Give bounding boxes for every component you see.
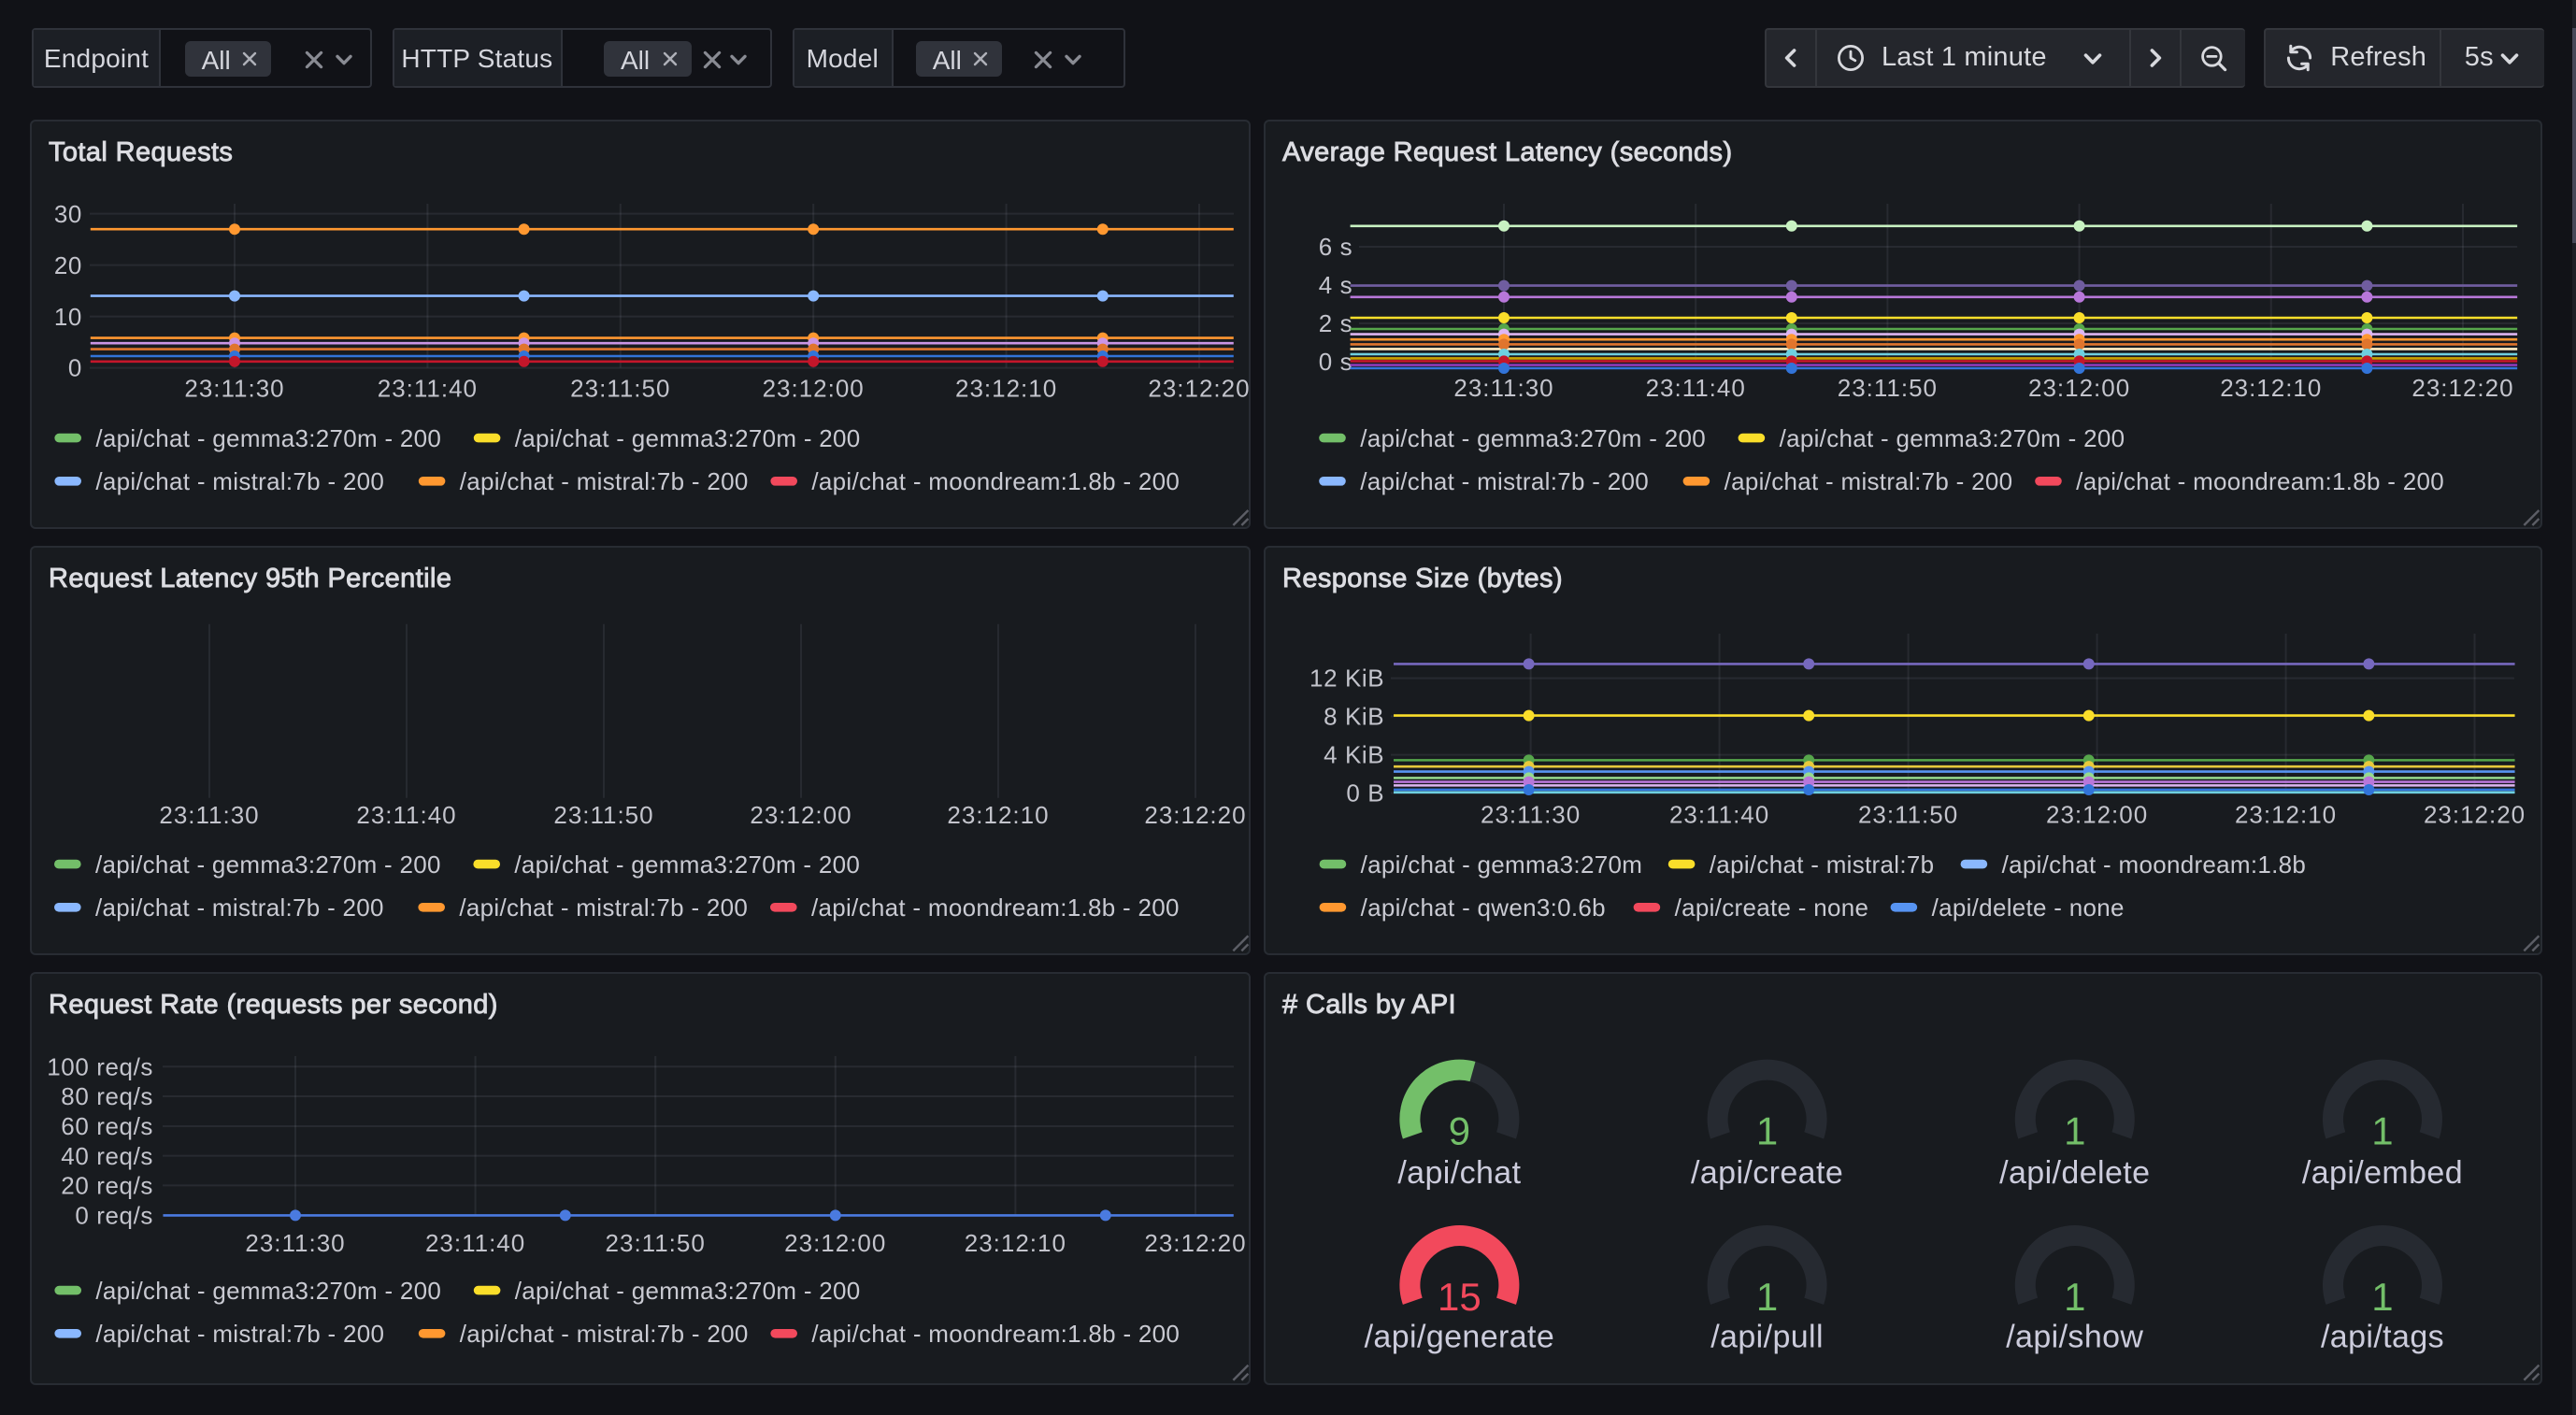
svg-text:23:12:00: 23:12:00	[783, 1230, 885, 1258]
svg-text:23:11:50: 23:11:50	[1838, 375, 1938, 403]
svg-text:/api/create: /api/create	[1691, 1155, 1843, 1191]
svg-text:23:11:30: 23:11:30	[1481, 801, 1581, 829]
svg-text:Average Request Latency (secon: Average Request Latency (seconds)	[1282, 138, 1733, 168]
svg-text:/api/chat - mistral:7b: /api/chat - mistral:7b	[1710, 850, 1935, 879]
svg-text:/api/chat - mistral:7b - 200: /api/chat - mistral:7b - 200	[459, 467, 748, 495]
svg-text:/api/chat - mistral:7b - 200: /api/chat - mistral:7b - 200	[94, 894, 383, 922]
svg-text:/api/chat - moondream:1.8b: /api/chat - moondream:1.8b	[2002, 850, 2307, 879]
svg-text:23:12:20: 23:12:20	[2412, 375, 2514, 403]
svg-text:1: 1	[2064, 1109, 2085, 1153]
svg-text:23:11:30: 23:11:30	[1454, 375, 1554, 403]
svg-text:/api/chat - mistral:7b - 200: /api/chat - mistral:7b - 200	[459, 1321, 748, 1349]
svg-text:/api/chat - gemma3:270m - 200: /api/chat - gemma3:270m - 200	[513, 850, 859, 879]
svg-text:/api/chat - gemma3:270m - 200: /api/chat - gemma3:270m - 200	[1361, 424, 1707, 452]
svg-text:/api/delete - none: /api/delete - none	[1932, 894, 2125, 922]
svg-text:/api/generate: /api/generate	[1365, 1320, 1555, 1355]
svg-text:20: 20	[53, 251, 81, 279]
svg-text:/api/chat: /api/chat	[1398, 1155, 1522, 1191]
svg-text:/api/delete: /api/delete	[2000, 1155, 2151, 1191]
svg-text:0 B: 0 B	[1347, 779, 1385, 808]
svg-text:/api/chat - gemma3:270m - 200: /api/chat - gemma3:270m - 200	[94, 850, 440, 879]
svg-text:23:12:00: 23:12:00	[2028, 375, 2130, 403]
svg-text:1: 1	[2372, 1276, 2394, 1320]
svg-text:23:11:40: 23:11:40	[1646, 375, 1746, 403]
svg-text:23:11:40: 23:11:40	[424, 1230, 524, 1258]
svg-text:1: 1	[1756, 1276, 1778, 1320]
svg-text:20 req/s: 20 req/s	[60, 1172, 152, 1200]
svg-text:/api/show: /api/show	[2007, 1320, 2144, 1355]
svg-text:23:12:20: 23:12:20	[1147, 375, 1249, 403]
svg-text:/api/chat - gemma3:270m - 200: /api/chat - gemma3:270m - 200	[1780, 424, 2125, 452]
svg-text:23:12:10: 23:12:10	[964, 1230, 1066, 1258]
svg-text:23:12:10: 23:12:10	[2235, 801, 2337, 829]
svg-text:Request Rate (requests per sec: Request Rate (requests per second)	[48, 991, 497, 1021]
svg-text:60 req/s: 60 req/s	[60, 1113, 152, 1141]
svg-text:/api/create - none: /api/create - none	[1675, 894, 1869, 922]
svg-text:/api/chat - gemma3:270m - 200: /api/chat - gemma3:270m - 200	[94, 1277, 440, 1305]
svg-text:Total Requests: Total Requests	[48, 138, 232, 168]
svg-text:/api/chat - moondream:1.8b - 2: /api/chat - moondream:1.8b - 200	[810, 894, 1179, 922]
svg-text:0 req/s: 0 req/s	[74, 1202, 152, 1230]
svg-text:/api/chat - moondream:1.8b - 2: /api/chat - moondream:1.8b - 200	[810, 1321, 1179, 1349]
svg-text:23:12:20: 23:12:20	[1143, 1230, 1245, 1258]
svg-text:/api/chat - gemma3:270m - 200: /api/chat - gemma3:270m - 200	[514, 424, 860, 452]
svg-text:23:11:30: 23:11:30	[158, 802, 258, 830]
svg-text:15: 15	[1438, 1276, 1481, 1320]
svg-text:/api/chat - moondream:1.8b - 2: /api/chat - moondream:1.8b - 200	[810, 467, 1179, 495]
svg-text:/api/chat - qwen3:0.6b: /api/chat - qwen3:0.6b	[1361, 894, 1606, 922]
svg-text:23:11:50: 23:11:50	[569, 375, 669, 403]
svg-text:/api/chat - gemma3:270m - 200: /api/chat - gemma3:270m - 200	[514, 1277, 860, 1305]
svg-text:80 req/s: 80 req/s	[60, 1083, 152, 1111]
svg-text:9: 9	[1449, 1109, 1470, 1153]
svg-text:23:11:30: 23:11:30	[244, 1230, 344, 1258]
svg-text:23:11:40: 23:11:40	[355, 802, 455, 830]
svg-text:/api/embed: /api/embed	[2302, 1155, 2463, 1191]
svg-text:23:11:40: 23:11:40	[1669, 801, 1769, 829]
svg-text:1: 1	[1756, 1109, 1778, 1153]
svg-text:23:11:50: 23:11:50	[552, 802, 652, 830]
svg-text:/api/pull: /api/pull	[1711, 1320, 1825, 1355]
svg-text:23:12:00: 23:12:00	[749, 802, 851, 830]
svg-text:12 KiB: 12 KiB	[1309, 665, 1384, 693]
svg-text:# Calls by API: # Calls by API	[1282, 991, 1456, 1021]
svg-text:/api/chat - mistral:7b - 200: /api/chat - mistral:7b - 200	[94, 467, 383, 495]
svg-text:/api/chat - moondream:1.8b - 2: /api/chat - moondream:1.8b - 200	[2077, 467, 2445, 495]
svg-text:23:12:20: 23:12:20	[2424, 801, 2526, 829]
svg-text:23:11:50: 23:11:50	[1858, 801, 1958, 829]
svg-text:/api/chat - mistral:7b - 200: /api/chat - mistral:7b - 200	[94, 1321, 383, 1349]
svg-text:1: 1	[2372, 1109, 2394, 1153]
svg-text:23:12:10: 23:12:10	[946, 802, 1048, 830]
svg-text:23:11:30: 23:11:30	[183, 375, 283, 403]
svg-text:/api/chat - gemma3:270m - 200: /api/chat - gemma3:270m - 200	[94, 424, 440, 452]
svg-text:4 KiB: 4 KiB	[1324, 741, 1384, 769]
svg-text:8 KiB: 8 KiB	[1324, 703, 1384, 731]
svg-text:23:12:10: 23:12:10	[2221, 375, 2323, 403]
svg-text:1: 1	[2064, 1276, 2085, 1320]
svg-text:100 req/s: 100 req/s	[46, 1053, 152, 1081]
svg-text:/api/chat - gemma3:270m: /api/chat - gemma3:270m	[1361, 850, 1643, 879]
svg-text:/api/tags: /api/tags	[2321, 1320, 2444, 1355]
svg-text:0 s: 0 s	[1319, 348, 1352, 376]
svg-text:0: 0	[67, 354, 81, 382]
svg-text:/api/chat - mistral:7b - 200: /api/chat - mistral:7b - 200	[1724, 467, 2013, 495]
svg-text:40 req/s: 40 req/s	[60, 1142, 152, 1170]
svg-text:Request Latency 95th Percentil: Request Latency 95th Percentile	[48, 565, 451, 594]
svg-text:Response Size (bytes): Response Size (bytes)	[1282, 565, 1563, 594]
svg-text:/api/chat - mistral:7b - 200: /api/chat - mistral:7b - 200	[458, 894, 747, 922]
svg-text:23:12:20: 23:12:20	[1143, 802, 1245, 830]
svg-text:6 s: 6 s	[1319, 234, 1352, 262]
svg-text:10: 10	[53, 303, 81, 331]
svg-text:4 s: 4 s	[1319, 272, 1352, 300]
svg-text:2 s: 2 s	[1319, 309, 1352, 337]
svg-text:30: 30	[53, 200, 81, 228]
svg-text:23:11:40: 23:11:40	[377, 375, 477, 403]
svg-text:/api/chat - mistral:7b - 200: /api/chat - mistral:7b - 200	[1361, 467, 1650, 495]
svg-text:23:12:00: 23:12:00	[2046, 801, 2148, 829]
svg-text:23:11:50: 23:11:50	[605, 1230, 705, 1258]
svg-text:23:12:00: 23:12:00	[762, 375, 864, 403]
svg-text:23:12:10: 23:12:10	[954, 375, 1056, 403]
